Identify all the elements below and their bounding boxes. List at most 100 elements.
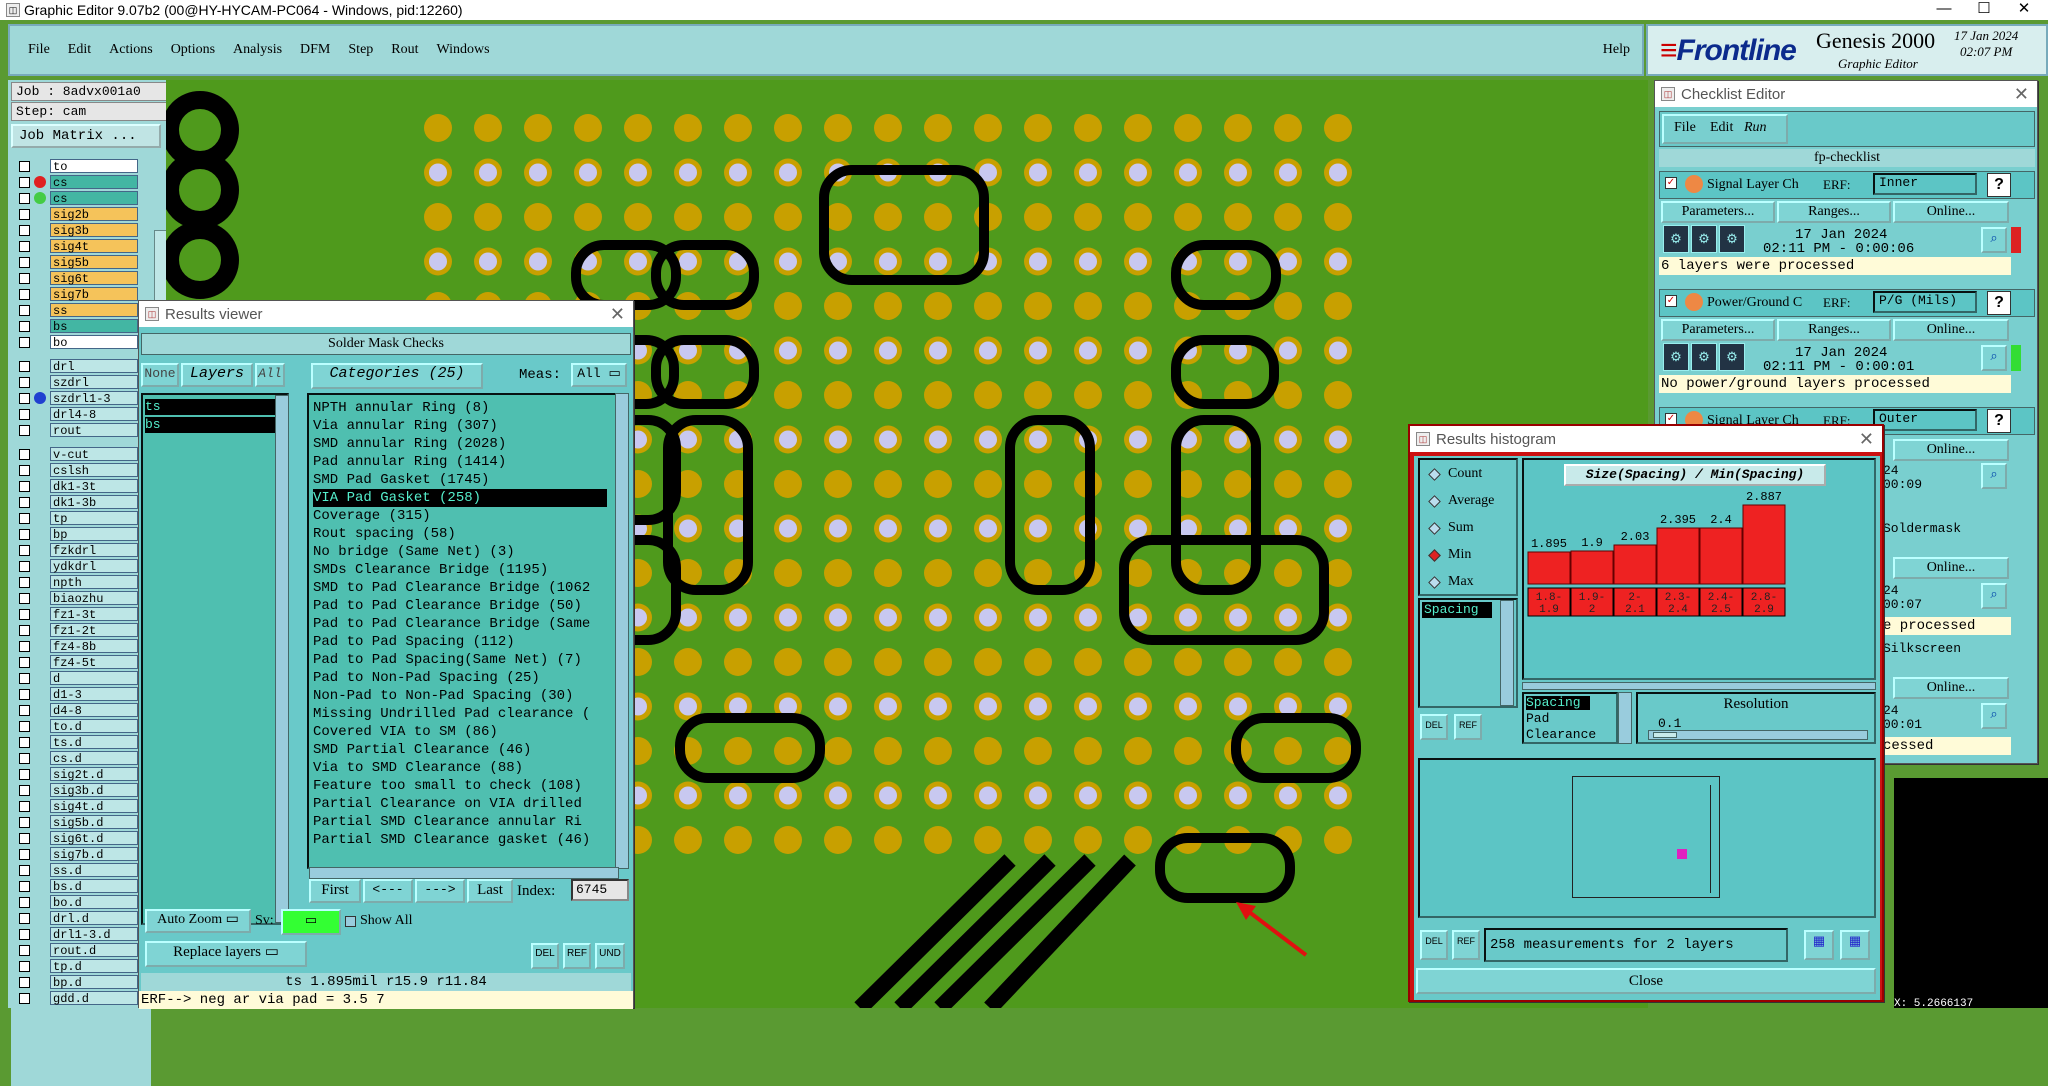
layer-row[interactable]: szdrl1-3	[11, 390, 151, 406]
category-item[interactable]: SMD annular Ring (2028)	[313, 435, 506, 453]
layer-name[interactable]: d1-3	[50, 687, 138, 702]
layer-name[interactable]: drl	[50, 359, 138, 374]
layer-row[interactable]: bo.d	[11, 894, 151, 910]
layer-checkbox[interactable]	[19, 424, 30, 436]
layer-name[interactable]: d4-8	[50, 703, 138, 718]
layer-name[interactable]: fz4-5t	[50, 655, 138, 670]
layer-checkbox[interactable]	[19, 800, 30, 812]
measure-item-spacing[interactable]: Spacing	[1422, 602, 1492, 618]
layer-row[interactable]: sig7b	[11, 286, 151, 302]
layer-row[interactable]: drl	[11, 358, 151, 374]
layer-row[interactable]: cslsh	[11, 462, 151, 478]
layer-row[interactable]: dk1-3b	[11, 494, 151, 510]
layer-row[interactable]: biaozhu	[11, 590, 151, 606]
layer-row[interactable]: cs.d	[11, 750, 151, 766]
menu-actions[interactable]: Actions	[109, 42, 153, 58]
zoom-icon[interactable]: ⌕	[1981, 227, 2007, 253]
check-name[interactable]: Power/Ground C	[1707, 295, 1802, 311]
layer-name[interactable]: sig5b.d	[50, 815, 138, 830]
layer-name[interactable]: ts.d	[50, 735, 138, 750]
auto-zoom-dropdown[interactable]: Auto Zoom ▭	[145, 909, 251, 933]
layer-checkbox[interactable]	[19, 880, 30, 892]
layer-row[interactable]: ts.d	[11, 734, 151, 750]
layer-checkbox[interactable]	[19, 960, 30, 972]
online-button[interactable]: Online...	[1893, 439, 2009, 461]
minimize-button[interactable]: —	[1926, 0, 1962, 20]
layer-checkbox[interactable]	[19, 448, 30, 460]
layer-row[interactable]: sig3b	[11, 222, 151, 238]
layer-checkbox[interactable]	[19, 208, 30, 220]
layer-name[interactable]: ydkdrl	[50, 559, 138, 574]
category-item[interactable]: Pad to Non-Pad Spacing (25)	[313, 669, 540, 687]
layer-row[interactable]: szdrl	[11, 374, 151, 390]
layer-checkbox[interactable]	[19, 224, 30, 236]
layer-row[interactable]: sig6t.d	[11, 830, 151, 846]
menu-rout[interactable]: Rout	[391, 42, 418, 58]
layer-checkbox[interactable]	[19, 528, 30, 540]
resolution-slider[interactable]	[1648, 730, 1868, 740]
sv-color-dropdown[interactable]: ▭	[281, 909, 341, 935]
run-action-icon[interactable]: ⚙	[1663, 225, 1689, 253]
checklist-menu-edit[interactable]: Edit	[1710, 120, 1733, 136]
layer-name[interactable]: npth	[50, 575, 138, 590]
layer-name[interactable]: sig2b	[50, 207, 138, 222]
layer-checkbox[interactable]	[19, 376, 30, 388]
layer-row[interactable]: sig2t.d	[11, 766, 151, 782]
run-action-icon[interactable]: ⚙	[1663, 343, 1689, 371]
ranges-button[interactable]: Ranges...	[1777, 201, 1891, 223]
aggregate-option-max[interactable]: Max	[1428, 574, 1474, 590]
layer-checkbox[interactable]	[19, 624, 30, 636]
layer-row[interactable]: sig4t.d	[11, 798, 151, 814]
layer-checkbox[interactable]	[19, 160, 30, 172]
histogram-bar[interactable]	[1527, 551, 1571, 585]
layer-name[interactable]: sig3b	[50, 223, 138, 238]
menu-file[interactable]: File	[28, 42, 50, 58]
layer-name[interactable]: szdrl	[50, 375, 138, 390]
layer-name[interactable]: cs	[50, 191, 138, 206]
attr-item[interactable]: Pad	[1526, 712, 1549, 726]
category-item[interactable]: Partial Clearance on VIA drilled	[313, 795, 582, 813]
layer-name[interactable]: biaozhu	[50, 591, 138, 606]
layer-row[interactable]: sig2b	[11, 206, 151, 222]
layer-name[interactable]: rout	[50, 423, 138, 438]
layer-row[interactable]: to.d	[11, 718, 151, 734]
layer-row[interactable]: sig3b.d	[11, 782, 151, 798]
print-icon[interactable]: ▦	[1804, 930, 1834, 960]
layer-name[interactable]: d	[50, 671, 138, 686]
category-item[interactable]: No bridge (Same Net) (3)	[313, 543, 515, 561]
layer-checkbox[interactable]	[19, 704, 30, 716]
layer-checkbox[interactable]	[19, 656, 30, 668]
del-icon[interactable]: DEL	[1420, 930, 1448, 960]
first-button[interactable]: First	[309, 879, 361, 903]
layer-checkbox[interactable]	[19, 288, 30, 300]
layer-row[interactable]: fz1-3t	[11, 606, 151, 622]
layer-row[interactable]: gdd.d	[11, 990, 151, 1006]
erf-value[interactable]: P/G (Mils)	[1873, 291, 1977, 313]
tab-all[interactable]: All	[255, 363, 285, 387]
layer-name[interactable]: sig7b	[50, 287, 138, 302]
layer-row[interactable]: fzkdrl	[11, 542, 151, 558]
online-button[interactable]: Online...	[1893, 677, 2009, 699]
layer-checkbox[interactable]	[19, 928, 30, 940]
zoom-icon[interactable]: ⌕	[1981, 345, 2007, 371]
close-icon[interactable]: ✕	[610, 304, 625, 325]
check-enable-checkbox[interactable]: ✓	[1665, 295, 1677, 307]
measure-scrollbar[interactable]	[1500, 600, 1514, 706]
check-name[interactable]: Signal Layer Ch	[1707, 177, 1799, 193]
layer-checkbox[interactable]	[19, 672, 30, 684]
layer-name[interactable]: cslsh	[50, 463, 138, 478]
aggregate-option-sum[interactable]: Sum	[1428, 520, 1474, 536]
layer-checkbox[interactable]	[19, 176, 30, 188]
layer-row[interactable]: d	[11, 670, 151, 686]
layer-checkbox[interactable]	[19, 464, 30, 476]
layer-item[interactable]: ts	[145, 399, 285, 415]
undo-icon[interactable]: UND	[595, 943, 625, 969]
layer-row[interactable]: tp.d	[11, 958, 151, 974]
layer-checkbox[interactable]	[19, 576, 30, 588]
attr-item[interactable]: Spacing	[1526, 696, 1590, 710]
category-item[interactable]: Feature too small to check (108)	[313, 777, 582, 795]
aggregate-option-average[interactable]: Average	[1428, 493, 1494, 509]
layer-checkbox[interactable]	[19, 864, 30, 876]
layer-name[interactable]: cs.d	[50, 751, 138, 766]
layer-row[interactable]: sig5b.d	[11, 814, 151, 830]
